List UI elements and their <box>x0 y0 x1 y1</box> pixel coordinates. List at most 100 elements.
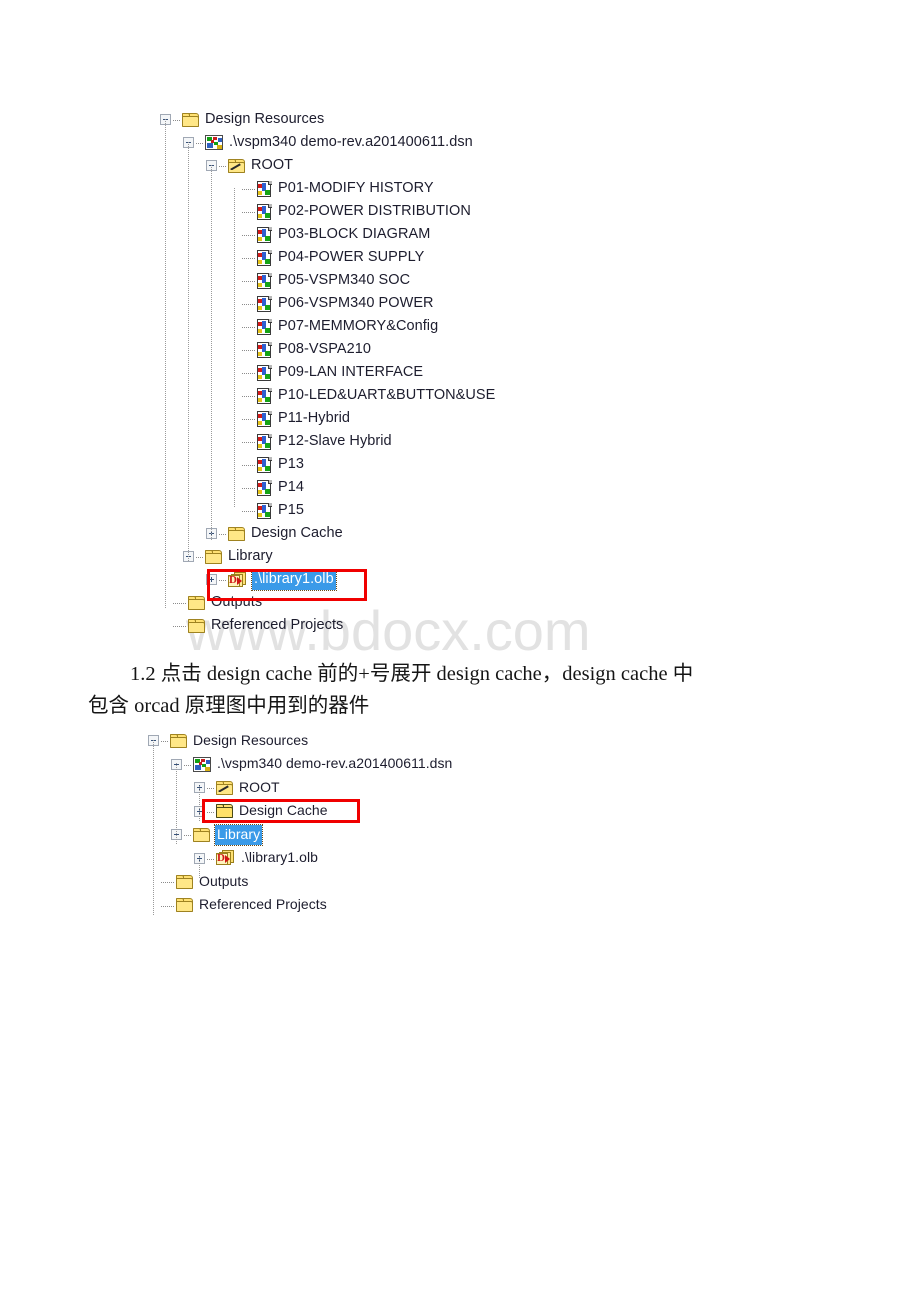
tree-expander-spacer <box>229 229 241 240</box>
tree-row-root[interactable]: ROOT <box>148 776 452 800</box>
tree-expander-spacer <box>229 505 241 516</box>
tree-connector <box>207 811 214 813</box>
design-resources-tree-collapsed[interactable]: Design Resources .\vspm340 demo-rev.a2014… <box>148 729 452 917</box>
tree-connector <box>242 212 255 213</box>
tree-item-label: Library <box>228 547 273 564</box>
tree-guide-line <box>176 763 177 845</box>
folder-icon <box>176 874 193 889</box>
tree-row-design-cache[interactable]: Design Cache <box>148 800 452 824</box>
tree-connector <box>242 465 255 466</box>
tree-item-label: Design Cache <box>239 802 328 819</box>
tree-item-label: .\vspm340 demo-rev.a201400611.dsn <box>229 133 473 150</box>
tree-guide-line <box>153 740 154 915</box>
tree-connector <box>242 373 255 374</box>
tree-expander-spacer <box>229 275 241 286</box>
tree-connector <box>242 258 255 259</box>
tree-connector <box>219 166 226 167</box>
folder-icon <box>188 595 205 610</box>
schematic-page-icon <box>257 410 272 427</box>
paragraph-line-2: 包含 orcad 原理图中用到的器件 <box>88 695 370 717</box>
tree-guide-line <box>199 857 200 879</box>
tree-item-label: Design Resources <box>193 731 309 748</box>
tree-item-label: Design Resources <box>205 110 325 127</box>
tree-connector <box>242 488 255 489</box>
olb-library-icon: D <box>216 850 235 866</box>
tree-row-library1-olb[interactable]: D .\library1.olb <box>160 568 495 591</box>
tree-connector <box>161 741 168 743</box>
tree-connector <box>173 626 186 627</box>
tree-connector <box>242 419 255 420</box>
schematic-page-icon <box>257 364 272 381</box>
tree-item-label: .\vspm340 demo-rev.a201400611.dsn <box>217 755 453 772</box>
olb-library-icon: D <box>228 571 247 588</box>
tree-connector <box>242 350 255 351</box>
tree-connector <box>242 442 255 443</box>
tree-item-label: P12-Slave Hybrid <box>278 432 392 449</box>
tree-connector <box>184 764 191 766</box>
schematic-page-icon <box>257 272 272 289</box>
tree-row-library[interactable]: Library <box>148 823 452 847</box>
schematic-page-icon <box>257 249 272 266</box>
folder-icon <box>170 733 187 748</box>
tree-item-label: P15 <box>278 501 304 518</box>
tree-expander-spacer <box>229 413 241 424</box>
tree-item-label: P11-Hybrid <box>278 409 350 426</box>
tree-expander-spacer <box>229 390 241 401</box>
tree-row-outputs[interactable]: Outputs <box>148 870 452 894</box>
tree-row-outputs[interactable]: Outputs <box>160 591 495 614</box>
tree-row-vspm340-demo-rev-a201400611-dsn[interactable]: .\vspm340 demo-rev.a201400611.dsn <box>160 131 495 154</box>
tree-connector <box>207 788 214 790</box>
tree-connector <box>173 603 186 604</box>
dsn-file-icon <box>205 135 223 150</box>
tree-connector <box>184 835 191 837</box>
tree-expander-spacer <box>160 597 172 608</box>
tree-connector <box>196 143 203 144</box>
tree-item-label: Design Cache <box>251 524 343 541</box>
expand-plus-icon[interactable] <box>206 574 217 585</box>
tree-row-referenced-projects[interactable]: Referenced Projects <box>148 894 452 918</box>
tree-expander-spacer <box>229 367 241 378</box>
tree-row-vspm340-demo-rev-a201400611-dsn[interactable]: .\vspm340 demo-rev.a201400611.dsn <box>148 753 452 777</box>
tree-item-label: P13 <box>278 455 304 472</box>
schematic-page-icon <box>257 479 272 496</box>
tree-expander-spacer <box>229 482 241 493</box>
root-folder-icon <box>216 780 233 795</box>
tree-connector <box>173 120 180 121</box>
tree-guide-line <box>165 119 166 609</box>
tree-item-label: Referenced Projects <box>211 616 344 633</box>
tree-row-design-resources[interactable]: Design Resources <box>148 729 452 753</box>
folder-icon <box>193 827 210 842</box>
schematic-page-icon <box>257 318 272 335</box>
tree-row-library1-olb[interactable]: D .\library1.olb <box>148 847 452 871</box>
tree-expander-spacer <box>229 183 241 194</box>
folder-icon-closed <box>216 804 233 819</box>
tree-row-design-resources[interactable]: Design Resources <box>160 108 495 131</box>
tree-connector <box>242 189 255 190</box>
schematic-page-icon <box>257 295 272 312</box>
tree-connector <box>242 281 255 282</box>
tree-expander-spacer <box>229 459 241 470</box>
schematic-page-icon <box>257 433 272 450</box>
tree-connector <box>219 580 226 581</box>
tree-rows: Design Resources .\vspm340 demo-rev.a2014… <box>148 729 452 917</box>
tree-row-library[interactable]: Library <box>160 545 495 568</box>
folder-icon <box>205 549 222 564</box>
schematic-page-icon <box>257 341 272 358</box>
tree-item-label: Referenced Projects <box>199 896 327 913</box>
tree-item-label: P08-VSPA210 <box>278 340 371 357</box>
folder-icon <box>228 526 245 541</box>
tree-item-label: P02-POWER DISTRIBUTION <box>278 202 471 219</box>
folder-icon <box>188 618 205 633</box>
paragraph-line-1: 1.2 点击 design cache 前的+号展开 design cache，… <box>130 663 694 685</box>
tree-connector <box>242 327 255 328</box>
tree-guide-line <box>211 165 212 540</box>
tree-item-label: P06-VSPM340 POWER <box>278 294 434 311</box>
tree-expander-spacer <box>229 436 241 447</box>
design-resources-tree-expanded[interactable]: Design Resources .\vspm340 demo-rev.a2014… <box>160 108 495 637</box>
tree-row-referenced-projects[interactable]: Referenced Projects <box>160 614 495 637</box>
tree-guide-line <box>188 142 189 562</box>
tree-guide-line <box>234 188 235 508</box>
tree-expander-spacer <box>229 298 241 309</box>
tree-item-label: P01-MODIFY HISTORY <box>278 179 434 196</box>
tree-expander-spacer <box>229 206 241 217</box>
